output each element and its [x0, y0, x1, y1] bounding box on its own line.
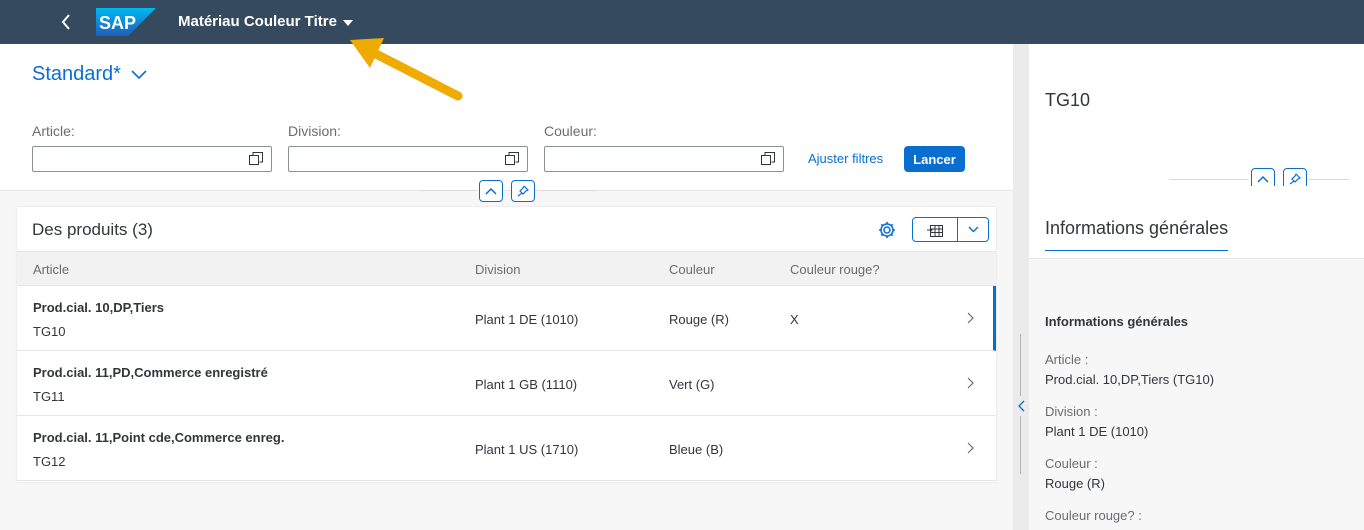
division-input[interactable]	[288, 146, 528, 172]
flexible-column-splitter[interactable]	[1013, 44, 1029, 530]
shell-bar: SAP Matériau Couleur Titre	[0, 0, 1364, 44]
export-button[interactable]	[913, 218, 958, 241]
table-row[interactable]: Prod.cial. 11,PD,Commerce enregistré TG1…	[17, 351, 996, 416]
chevron-up-icon	[485, 187, 497, 195]
row-article-id: TG11	[33, 389, 65, 404]
field-label-color: Couleur :	[1045, 456, 1098, 471]
chevron-down-icon	[968, 226, 978, 233]
field-value-division: Plant 1 DE (1010)	[1045, 424, 1149, 439]
field-label-article: Article :	[1045, 352, 1089, 367]
header-divider	[1309, 179, 1349, 180]
export-menu-button	[912, 217, 989, 242]
caret-down-icon	[342, 19, 353, 26]
division-label: Division:	[288, 123, 341, 139]
sap-logo: SAP	[96, 8, 156, 36]
column-header-article[interactable]: Article	[33, 262, 69, 277]
chevron-left-icon	[1017, 400, 1024, 412]
collapse-column-button[interactable]	[1015, 396, 1027, 416]
value-help-icon[interactable]	[761, 152, 775, 166]
row-division: Plant 1 DE (1010)	[475, 312, 579, 327]
collapse-header-button[interactable]	[479, 180, 503, 202]
list-report: Standard* Article: Division: Couleur: Aj…	[0, 44, 1013, 530]
pin-header-button[interactable]	[511, 180, 535, 202]
go-button[interactable]: Lancer	[904, 146, 965, 172]
field-value-color: Rouge (R)	[1045, 476, 1105, 491]
table-title: Des produits (3)	[32, 220, 153, 239]
article-label: Article:	[32, 123, 75, 139]
object-header: TG10	[1029, 44, 1364, 186]
anchor-bar: Informations générales	[1029, 186, 1364, 259]
export-spreadsheet-icon	[927, 224, 943, 237]
chevron-left-icon	[61, 14, 70, 30]
variant-selector[interactable]: Standard*	[32, 63, 147, 86]
color-label: Couleur:	[544, 123, 597, 139]
header-divider	[420, 190, 476, 191]
row-color: Vert (G)	[669, 377, 715, 392]
row-article-name: Prod.cial. 11,Point cde,Commerce enreg.	[33, 430, 285, 445]
sap-logo-text: SAP	[99, 13, 136, 33]
column-header-red-color[interactable]: Couleur rouge?	[790, 262, 880, 277]
annotation-arrow-icon	[350, 38, 463, 101]
row-red-flag: X	[790, 312, 799, 327]
adjust-filters-link[interactable]: Ajuster filtres	[808, 151, 883, 166]
header-divider	[540, 190, 596, 191]
table-header: Article Division Couleur Couleur rouge?	[17, 251, 996, 286]
chevron-right-icon	[967, 377, 974, 389]
pin-icon	[517, 185, 529, 197]
row-article-id: TG12	[33, 454, 66, 469]
object-page: TG10 Informations générales Informations…	[1029, 44, 1364, 530]
products-table: Des produits (3) Article Division Couleu…	[17, 207, 996, 482]
row-division: Plant 1 GB (1110)	[475, 377, 578, 392]
table-row[interactable]: Prod.cial. 10,DP,Tiers TG10 Plant 1 DE (…	[17, 286, 996, 351]
header-divider	[1169, 179, 1249, 180]
section-title: Informations générales	[1045, 314, 1189, 329]
value-help-icon[interactable]	[249, 152, 263, 166]
back-button[interactable]	[52, 8, 80, 36]
row-article-name: Prod.cial. 11,PD,Commerce enregistré	[33, 365, 268, 380]
chevron-right-icon	[967, 442, 974, 454]
app-title: Matériau Couleur Titre	[178, 13, 337, 30]
column-header-division[interactable]: Division	[475, 262, 521, 277]
filter-bar: Standard* Article: Division: Couleur: Aj…	[0, 44, 1013, 202]
row-article-name: Prod.cial. 10,DP,Tiers	[33, 300, 165, 315]
color-input[interactable]	[544, 146, 784, 172]
object-title: TG10	[1045, 90, 1091, 110]
field-label-red-color: Couleur rouge? :	[1045, 508, 1142, 523]
row-article-id: TG10	[33, 324, 66, 339]
pin-icon	[1289, 173, 1301, 185]
value-help-icon[interactable]	[505, 152, 519, 166]
article-input[interactable]	[32, 146, 272, 172]
field-label-division: Division :	[1045, 404, 1098, 419]
row-color: Rouge (R)	[669, 312, 729, 327]
export-dropdown[interactable]	[958, 218, 988, 241]
gear-icon[interactable]	[877, 220, 897, 240]
chevron-down-icon	[131, 69, 147, 79]
column-header-color[interactable]: Couleur	[669, 262, 715, 277]
row-division: Plant 1 US (1710)	[475, 442, 579, 457]
variant-name: Standard*	[32, 63, 121, 85]
chevron-up-icon	[1257, 175, 1269, 183]
row-color: Bleue (B)	[669, 442, 724, 457]
app-title-menu[interactable]: Matériau Couleur Titre	[178, 13, 353, 30]
anchor-tab-general-info[interactable]: Informations générales	[1045, 218, 1229, 251]
table-row[interactable]: Prod.cial. 11,Point cde,Commerce enreg. …	[17, 416, 996, 481]
field-value-article: Prod.cial. 10,DP,Tiers (TG10)	[1045, 372, 1215, 387]
chevron-right-icon	[967, 312, 974, 324]
